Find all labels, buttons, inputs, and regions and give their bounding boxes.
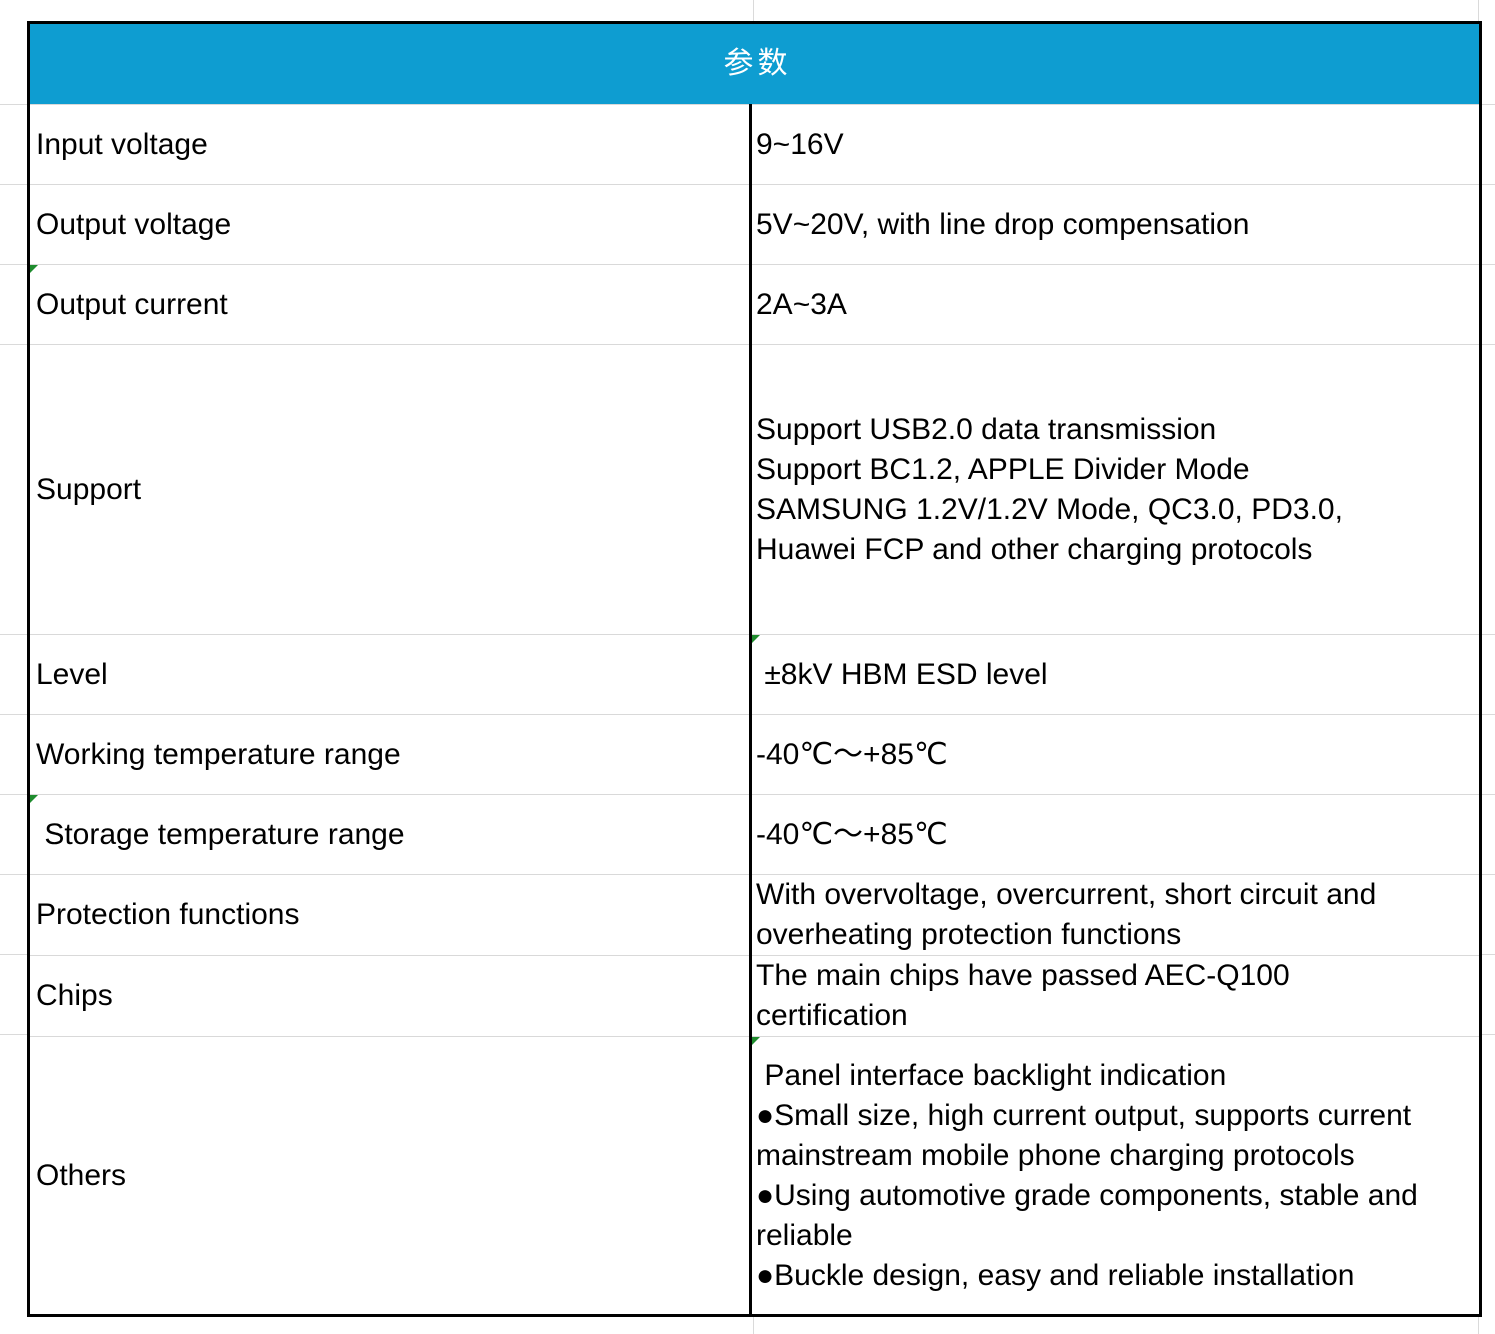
table-header-row: 参数 [28,22,1481,105]
comment-marker-icon [752,635,760,643]
cell-value-output-current[interactable]: 2A~3A [750,264,1481,345]
table-title[interactable]: 参数 [28,22,1481,105]
table-row: Level ±8kV HBM ESD level [28,634,1481,715]
cell-label-protection-functions[interactable]: Protection functions [28,874,752,956]
cell-label-others[interactable]: Others [28,1036,752,1316]
cell-label-support[interactable]: Support [28,344,752,635]
table-row: Protection functions With overvoltage, o… [28,874,1481,956]
cell-label-output-voltage[interactable]: Output voltage [28,184,752,265]
cell-label-storage-temperature[interactable]: Storage temperature range [28,794,752,875]
comment-marker-icon [752,1037,760,1045]
cell-label-working-temperature[interactable]: Working temperature range [28,714,752,795]
comment-marker-icon [30,795,38,803]
cell-label-input-voltage[interactable]: Input voltage [28,104,752,185]
cell-value-protection-functions[interactable]: With overvoltage, overcurrent, short cir… [750,874,1481,956]
table-row: Output voltage 5V~20V, with line drop co… [28,184,1481,265]
cell-value-input-voltage[interactable]: 9~16V [750,104,1481,185]
table-row: Others Panel interface backlight indicat… [28,1036,1481,1316]
cell-label-chips[interactable]: Chips [28,955,752,1037]
comment-marker-icon [30,265,38,273]
cell-value-output-voltage[interactable]: 5V~20V, with line drop compensation [750,184,1481,265]
table-row: Chips The main chips have passed AEC-Q10… [28,955,1481,1037]
table-row: Storage temperature range -40℃～+85℃ [28,794,1481,875]
cell-value-working-temperature[interactable]: -40℃～+85℃ [750,714,1481,795]
cell-value-support[interactable]: Support USB2.0 data transmission Support… [750,344,1481,635]
cell-value-storage-temperature[interactable]: -40℃～+85℃ [750,794,1481,875]
table-row: Working temperature range -40℃～+85℃ [28,714,1481,795]
table-row: Input voltage 9~16V [28,104,1481,185]
cell-label-level[interactable]: Level [28,634,752,715]
cell-value-others[interactable]: Panel interface backlight indication ●Sm… [751,1037,1481,1316]
table-row: Support Support USB2.0 data transmission… [28,344,1481,635]
cell-value-level[interactable]: ±8kV HBM ESD level [750,634,1481,715]
cell-value-chips[interactable]: The main chips have passed AEC-Q100 cert… [750,955,1481,1037]
cell-label-output-current[interactable]: Output current [28,264,752,345]
parameter-table: 参数 Input voltage 9~16V Output voltage 5V… [27,21,1482,1317]
table-row: Output current 2A~3A [28,264,1481,345]
